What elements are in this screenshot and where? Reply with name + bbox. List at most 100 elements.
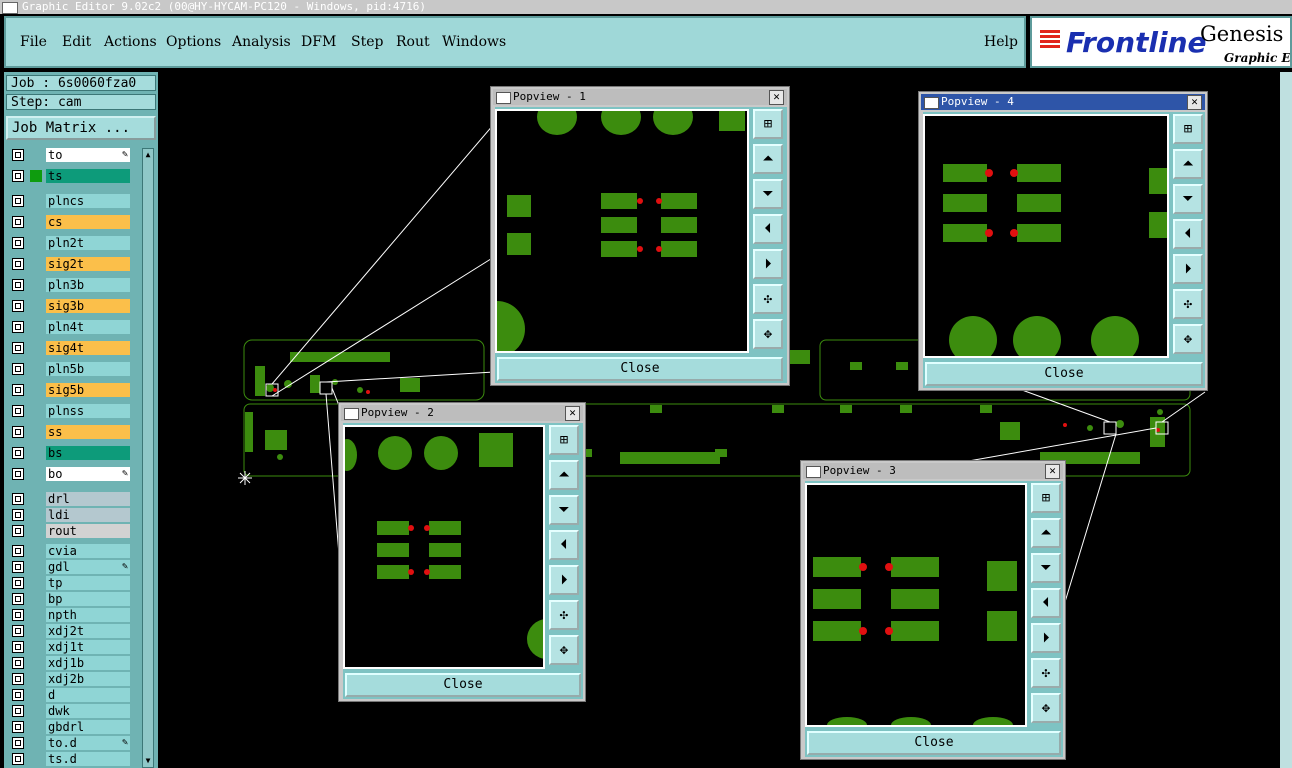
layer-row[interactable]: rout xyxy=(8,524,132,538)
layer-row[interactable]: sig2t xyxy=(8,257,132,271)
layer-name[interactable]: tp xyxy=(46,576,130,590)
zoom-in-icon[interactable]: ✥ xyxy=(1031,693,1061,723)
layer-row[interactable]: bo ✎ xyxy=(8,467,132,481)
layer-checkbox[interactable] xyxy=(12,737,24,749)
layer-name[interactable]: xdj2t xyxy=(46,624,130,638)
layer-name[interactable]: bs xyxy=(46,446,130,460)
menu-analysis[interactable]: Analysis xyxy=(232,34,291,50)
zoom-fit-icon[interactable]: ⊞ xyxy=(549,425,579,455)
layer-name[interactable]: to.d ✎ xyxy=(46,736,130,750)
layer-name[interactable]: plncs xyxy=(46,194,130,208)
layer-checkbox[interactable] xyxy=(12,593,24,605)
pan-down-icon[interactable]: ⏷ xyxy=(753,179,783,209)
pan-down-icon[interactable]: ⏷ xyxy=(1173,184,1203,214)
layer-name[interactable]: npth xyxy=(46,608,130,622)
layer-checkbox[interactable] xyxy=(12,561,24,573)
zoom-fit-icon[interactable]: ⊞ xyxy=(753,109,783,139)
layer-checkbox[interactable] xyxy=(12,195,24,207)
app-icon[interactable] xyxy=(2,2,18,14)
layer-row[interactable]: dwk xyxy=(8,704,132,718)
layer-checkbox[interactable] xyxy=(12,279,24,291)
layer-name[interactable]: xdj1b xyxy=(46,656,130,670)
scroll-down-icon[interactable]: ▼ xyxy=(144,756,152,766)
layer-row[interactable]: gbdrl xyxy=(8,720,132,734)
menu-edit[interactable]: Edit xyxy=(62,34,91,50)
layer-name[interactable]: bo ✎ xyxy=(46,467,130,481)
layer-name[interactable]: to ✎ xyxy=(46,148,130,162)
layer-row[interactable]: cvia xyxy=(8,544,132,558)
layer-checkbox[interactable] xyxy=(12,609,24,621)
popview-close-button[interactable]: Close xyxy=(497,357,783,381)
popview-close-button[interactable]: Close xyxy=(807,731,1061,755)
popview-window-2[interactable]: Popview - 2 ✕ ⊞ ⏶ ⏷ ⏴ ⏵ ✣ ✥ Close xyxy=(338,402,586,702)
zoom-out-icon[interactable]: ✣ xyxy=(1031,658,1061,688)
layer-row[interactable]: plnss xyxy=(8,404,132,418)
popview-title-bar[interactable]: Popview - 4 ✕ xyxy=(921,94,1205,110)
layer-row[interactable]: sig5b xyxy=(8,383,132,397)
layer-row[interactable]: to ✎ xyxy=(8,148,132,162)
layer-checkbox[interactable] xyxy=(12,170,24,182)
layer-name[interactable]: pln4t xyxy=(46,320,130,334)
popview-title-bar[interactable]: Popview - 1 ✕ xyxy=(493,89,787,105)
layer-row[interactable]: sig3b xyxy=(8,299,132,313)
layer-name[interactable]: xdj2b xyxy=(46,672,130,686)
zoom-out-icon[interactable]: ✣ xyxy=(1173,289,1203,319)
menu-options[interactable]: Options xyxy=(166,34,221,50)
layer-row[interactable]: ldi xyxy=(8,508,132,522)
layer-checkbox[interactable] xyxy=(12,577,24,589)
layer-name[interactable]: dwk xyxy=(46,704,130,718)
close-icon[interactable]: ✕ xyxy=(1187,95,1202,110)
layer-name[interactable]: cs xyxy=(46,215,130,229)
pan-down-icon[interactable]: ⏷ xyxy=(549,495,579,525)
layer-row[interactable]: gdl ✎ xyxy=(8,560,132,574)
layer-name[interactable]: pln5b xyxy=(46,362,130,376)
pan-left-icon[interactable]: ⏴ xyxy=(1173,219,1203,249)
zoom-out-icon[interactable]: ✣ xyxy=(549,600,579,630)
pan-right-icon[interactable]: ⏵ xyxy=(1173,254,1203,284)
zoom-fit-icon[interactable]: ⊞ xyxy=(1031,483,1061,513)
pan-left-icon[interactable]: ⏴ xyxy=(549,530,579,560)
layer-checkbox[interactable] xyxy=(12,753,24,765)
layer-checkbox[interactable] xyxy=(12,468,24,480)
layer-row[interactable]: xdj2t xyxy=(8,624,132,638)
layer-checkbox[interactable] xyxy=(12,342,24,354)
layer-checkbox[interactable] xyxy=(12,384,24,396)
layer-row[interactable]: ss xyxy=(8,425,132,439)
menu-file[interactable]: File xyxy=(20,34,47,50)
layer-row[interactable]: ts xyxy=(8,169,132,183)
layer-checkbox[interactable] xyxy=(12,509,24,521)
menu-dfm[interactable]: DFM xyxy=(301,34,336,50)
layer-row[interactable]: xdj1b xyxy=(8,656,132,670)
pan-left-icon[interactable]: ⏴ xyxy=(753,214,783,244)
layer-row[interactable]: bs xyxy=(8,446,132,460)
layer-name[interactable]: d xyxy=(46,688,130,702)
popview-window-4[interactable]: Popview - 4 ✕ ⊞ ⏶ ⏷ ⏴ ⏵ ✣ ✥ Close xyxy=(918,91,1208,391)
layer-checkbox[interactable] xyxy=(12,237,24,249)
layer-row[interactable]: xdj2b xyxy=(8,672,132,686)
pan-up-icon[interactable]: ⏶ xyxy=(1173,149,1203,179)
layer-name[interactable]: drl xyxy=(46,492,130,506)
layer-name[interactable]: gdl ✎ xyxy=(46,560,130,574)
pan-right-icon[interactable]: ⏵ xyxy=(1031,623,1061,653)
layer-name[interactable]: ss xyxy=(46,425,130,439)
layer-name[interactable]: sig4t xyxy=(46,341,130,355)
popview-close-button[interactable]: Close xyxy=(345,673,581,697)
layer-checkbox[interactable] xyxy=(12,321,24,333)
layer-row[interactable]: npth xyxy=(8,608,132,622)
popview-title-bar[interactable]: Popview - 2 ✕ xyxy=(341,405,583,421)
menu-step[interactable]: Step xyxy=(351,34,383,50)
layer-checkbox[interactable] xyxy=(12,149,24,161)
layer-checkbox[interactable] xyxy=(12,493,24,505)
layer-row[interactable]: drl xyxy=(8,492,132,506)
popview-canvas[interactable] xyxy=(805,483,1027,727)
menu-windows[interactable]: Windows xyxy=(442,34,506,50)
zoom-in-icon[interactable]: ✥ xyxy=(753,319,783,349)
zoom-out-icon[interactable]: ✣ xyxy=(753,284,783,314)
job-matrix-button[interactable]: Job Matrix ... xyxy=(6,116,156,140)
close-icon[interactable]: ✕ xyxy=(565,406,580,421)
layer-row[interactable]: d xyxy=(8,688,132,702)
layer-row[interactable]: plncs xyxy=(8,194,132,208)
layer-name[interactable]: sig2t xyxy=(46,257,130,271)
pan-up-icon[interactable]: ⏶ xyxy=(1031,518,1061,548)
close-icon[interactable]: ✕ xyxy=(769,90,784,105)
